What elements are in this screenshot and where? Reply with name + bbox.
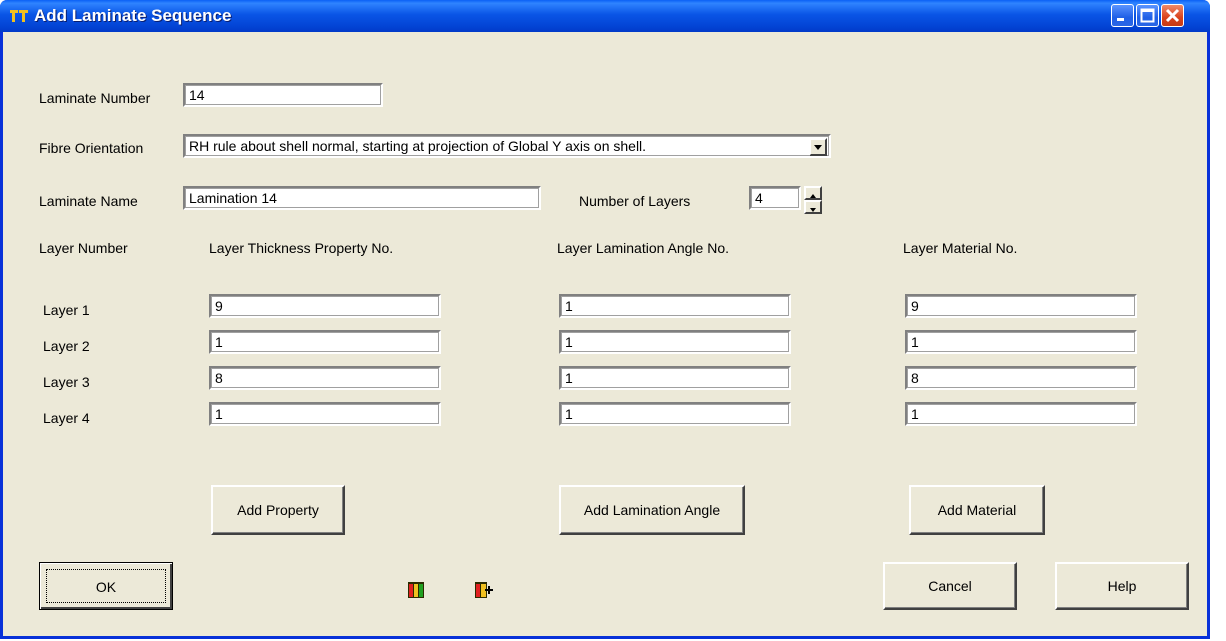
layer-material-input[interactable]: 1 <box>905 330 1137 354</box>
spin-up-button[interactable] <box>804 186 822 200</box>
layer-thickness-input[interactable]: 1 <box>209 330 441 354</box>
layer-label: Layer 2 <box>43 338 90 354</box>
laminate-number-input[interactable]: 14 <box>183 83 383 107</box>
layer-angle-input[interactable]: 1 <box>559 294 791 318</box>
material-header: Layer Material No. <box>903 240 1018 256</box>
layer-angle-input[interactable]: 1 <box>559 330 791 354</box>
fibre-orientation-select[interactable]: RH rule about shell normal, starting at … <box>183 134 831 158</box>
layer-angle-input[interactable]: 1 <box>559 366 791 390</box>
laminate-name-input[interactable]: Lamination 14 <box>183 186 541 210</box>
table-icon[interactable] <box>408 582 424 598</box>
cancel-button[interactable]: Cancel <box>883 562 1017 610</box>
fibre-orientation-label: Fibre Orientation <box>39 140 144 156</box>
add-material-label: Add Material <box>937 502 1017 518</box>
angle-header: Layer Lamination Angle No. <box>557 240 729 256</box>
number-of-layers-label: Number of Layers <box>579 193 691 209</box>
laminate-name-label: Laminate Name <box>39 193 138 209</box>
layer-material-input[interactable]: 9 <box>905 294 1137 318</box>
window-title: Add Laminate Sequence <box>34 6 232 25</box>
app-logo-icon <box>10 10 28 22</box>
help-button[interactable]: Help <box>1055 562 1189 610</box>
add-lamination-angle-button[interactable]: Add Lamination Angle <box>559 485 745 535</box>
maximize-icon <box>1140 8 1155 23</box>
layer-angle-input[interactable]: 1 <box>559 402 791 426</box>
laminate-number-label: Laminate Number <box>39 90 151 106</box>
close-icon <box>1165 8 1180 23</box>
dropdown-arrow-button[interactable] <box>809 138 827 156</box>
maximize-button[interactable] <box>1136 4 1159 27</box>
number-of-layers-input[interactable]: 4 <box>749 186 801 210</box>
layer-number-header: Layer Number <box>39 240 128 256</box>
layer-label: Layer 1 <box>43 302 90 318</box>
add-property-button[interactable]: Add Property <box>211 485 345 535</box>
title-bar[interactable]: Add Laminate Sequence <box>0 0 1210 32</box>
minimize-button[interactable] <box>1111 4 1134 27</box>
ok-button[interactable]: OK <box>39 562 173 610</box>
down-arrow-icon <box>810 208 816 212</box>
fibre-orientation-value: RH rule about shell normal, starting at … <box>189 138 647 154</box>
layer-material-input[interactable]: 1 <box>905 402 1137 426</box>
dialog-window: Add Laminate Sequence Laminate Number 14… <box>0 0 1210 639</box>
add-property-label: Add Property <box>237 502 319 518</box>
cancel-label: Cancel <box>928 578 972 594</box>
spin-down-button[interactable] <box>804 200 822 214</box>
minimize-icon <box>1117 18 1124 21</box>
add-lamination-angle-label: Add Lamination Angle <box>583 502 721 518</box>
focus-rectangle: OK <box>46 569 166 603</box>
layer-thickness-input[interactable]: 8 <box>209 366 441 390</box>
thickness-header: Layer Thickness Property No. <box>209 240 394 256</box>
add-material-button[interactable]: Add Material <box>909 485 1045 535</box>
layer-label: Layer 3 <box>43 374 90 390</box>
layer-material-input[interactable]: 8 <box>905 366 1137 390</box>
chevron-down-icon <box>814 145 822 150</box>
layer-thickness-input[interactable]: 1 <box>209 402 441 426</box>
close-window-button[interactable] <box>1161 4 1184 27</box>
ok-label: OK <box>95 579 117 595</box>
layer-label: Layer 4 <box>43 410 90 426</box>
help-label: Help <box>1107 578 1137 594</box>
layer-thickness-input[interactable]: 9 <box>209 294 441 318</box>
table-add-icon[interactable] <box>475 582 493 598</box>
